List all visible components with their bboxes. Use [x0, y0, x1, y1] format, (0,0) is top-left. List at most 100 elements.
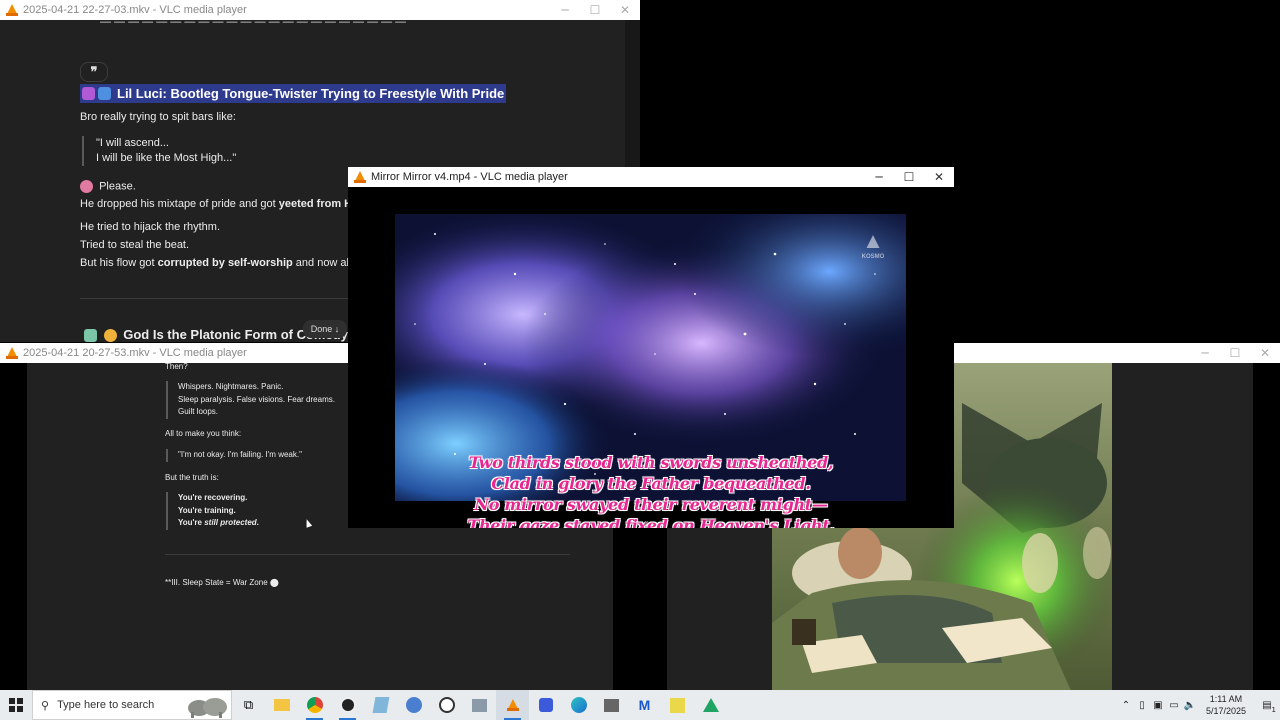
- search-box[interactable]: ⚲ Type here to search: [32, 690, 232, 720]
- flow-bold: corrupted by self-worship: [157, 257, 293, 269]
- app-button-4[interactable]: [529, 690, 562, 720]
- gem-emoji-icon: [84, 329, 97, 342]
- minimize-button[interactable]: ─: [1190, 343, 1220, 363]
- sticky-notes-button[interactable]: [661, 690, 694, 720]
- subtitle-line: No mirror swayed their reverent might—: [474, 495, 828, 514]
- vlc-cone-icon: [6, 347, 18, 359]
- malwarebytes-button[interactable]: M: [628, 690, 661, 720]
- heading-text: Lil Luci: Bootleg Tongue-Twister Trying …: [117, 86, 505, 101]
- app-button-2[interactable]: [397, 690, 430, 720]
- rocket-icon: ▲: [862, 228, 884, 253]
- steal-text: Tried to steal the beat.: [80, 239, 190, 251]
- mask-emoji-icon: [82, 87, 95, 100]
- flow-text: But his flow got: [80, 257, 158, 269]
- quote-line: Sleep paralysis. False visions. Fear dre…: [178, 394, 335, 404]
- please-text: Please.: [99, 180, 136, 193]
- video-area[interactable]: ▲ KOSMO Two thirds stood with swords uns…: [348, 187, 954, 528]
- close-button[interactable]: ✕: [924, 167, 954, 187]
- taskbar: ⚲ Type here to search ⧉ M ⌃ ▯ ▣ ▭ 🔈 1:11…: [0, 690, 1280, 720]
- sticky-note-icon: [670, 697, 685, 713]
- folder-icon: [273, 699, 290, 711]
- cropped-text-line: — — — — — — — — — — — — — — — — — — — — …: [100, 20, 407, 26]
- quote-line: Guilt loops.: [178, 407, 219, 416]
- app-icon: [405, 697, 422, 713]
- task-view-button[interactable]: ⧉: [232, 690, 265, 720]
- quote-icon: ❞: [90, 64, 98, 79]
- quote-line: "I'm not okay. I'm failing. I'm weak.": [178, 450, 302, 459]
- done-button[interactable]: Done ↓: [303, 320, 347, 338]
- subtitle-overlay: Two thirds stood with swords unsheathed,…: [348, 452, 954, 528]
- quote-line: You're still protected.: [178, 517, 259, 530]
- subtitle-line: Clad in glory the Father bequeathed.: [491, 474, 811, 493]
- app-button-3[interactable]: [463, 690, 496, 720]
- edge-button[interactable]: [562, 690, 595, 720]
- time: 1:11 AM: [1209, 694, 1243, 704]
- date: 5/17/2025: [1205, 706, 1246, 716]
- vlc-cone-icon: [506, 699, 519, 711]
- subtitle-line: Their gaze stayed fixed on Heaven's Ligh…: [467, 516, 835, 528]
- close-button[interactable]: ✕: [610, 0, 640, 20]
- elephants-illustration-icon: [188, 698, 227, 718]
- arc-icon: [538, 698, 553, 712]
- blockquote: "I will ascend... I will be like the Mos…: [82, 136, 236, 166]
- vlc-taskbar-button[interactable]: [496, 690, 529, 720]
- please-line: Please.: [80, 180, 136, 193]
- window-app-icon: [472, 698, 487, 712]
- minimize-button[interactable]: ─: [864, 167, 894, 187]
- quote-button[interactable]: ❞: [80, 62, 108, 82]
- notification-count: 1: [1271, 706, 1276, 714]
- store-button[interactable]: [595, 690, 628, 720]
- title-bar[interactable]: 2025-04-21 22-27-03.mkv - VLC media play…: [0, 0, 640, 20]
- vlc-window-main[interactable]: Mirror Mirror v4.mp4 - VLC media player …: [348, 167, 954, 528]
- quote-text-end: .: [256, 518, 259, 527]
- search-placeholder: Type here to search: [57, 699, 155, 711]
- chrome-button[interactable]: [298, 690, 331, 720]
- minimize-button[interactable]: ─: [550, 0, 580, 20]
- show-hidden-icons[interactable]: ⌃: [1118, 690, 1134, 720]
- subtitle-line: Two thirds stood with swords unsheathed,: [468, 453, 834, 472]
- quote-line: I will be like the Most High...": [96, 152, 237, 164]
- file-explorer-button[interactable]: [265, 690, 298, 720]
- clock-app-button[interactable]: [430, 690, 463, 720]
- notification-icon: ▤: [1262, 699, 1272, 711]
- then-text: Then?: [165, 362, 188, 371]
- theater-emoji-icon: [98, 87, 111, 100]
- clock[interactable]: 1:11 AM 5/17/2025: [1198, 693, 1254, 717]
- title-bar[interactable]: Mirror Mirror v4.mp4 - VLC media player …: [348, 167, 954, 187]
- edge-icon: [570, 697, 587, 713]
- divider: [165, 554, 570, 555]
- maximize-button[interactable]: ☐: [580, 0, 610, 20]
- obs-button[interactable]: [331, 690, 364, 720]
- blockquote-2: "I'm not okay. I'm failing. I'm weak.": [166, 449, 302, 462]
- meet-now-icon[interactable]: ▣: [1150, 690, 1166, 720]
- close-button[interactable]: ✕: [1250, 343, 1280, 363]
- m-logo-icon: M: [638, 697, 651, 713]
- flow-line: But his flow got corrupted by self-worsh…: [80, 257, 375, 269]
- vlc-cone-icon: [354, 171, 366, 183]
- task-view-icon: ⧉: [243, 697, 254, 713]
- search-icon: ⚲: [41, 698, 50, 712]
- dropped-text: He dropped his mixtape of pride and got: [80, 198, 279, 210]
- quote-line: Whispers. Nightmares. Panic.: [178, 382, 284, 391]
- drive-icon: [702, 698, 719, 712]
- vlc-cone-icon: [6, 4, 18, 16]
- desktop: 2025-04-21 22-27-03.mkv - VLC media play…: [0, 0, 1280, 690]
- volume-icon[interactable]: 🔈: [1182, 690, 1198, 720]
- obs-icon: [339, 697, 356, 713]
- section-heading: Lil Luci: Bootleg Tongue-Twister Trying …: [80, 84, 507, 103]
- quote-line: You're training.: [178, 505, 236, 515]
- blockquote-1: Whispers. Nightmares. Panic. Sleep paral…: [166, 381, 335, 419]
- system-tray: ⌃ ▯ ▣ ▭ 🔈 1:11 AM 5/17/2025 ▤ 1: [1118, 690, 1280, 720]
- dropped-line: He dropped his mixtape of pride and got …: [80, 198, 364, 210]
- maximize-button[interactable]: ☐: [894, 167, 924, 187]
- google-drive-button[interactable]: [694, 690, 727, 720]
- device-icon[interactable]: ▯: [1134, 690, 1150, 720]
- maximize-button[interactable]: ☐: [1220, 343, 1250, 363]
- intro-text: Bro really trying to spit bars like:: [80, 111, 236, 123]
- quote-line: You're recovering.: [178, 493, 248, 502]
- clock-icon: [438, 697, 455, 713]
- start-button[interactable]: [0, 690, 32, 720]
- notification-button[interactable]: ▤ 1: [1254, 690, 1280, 720]
- app-button[interactable]: [364, 690, 397, 720]
- network-icon[interactable]: ▭: [1166, 690, 1182, 720]
